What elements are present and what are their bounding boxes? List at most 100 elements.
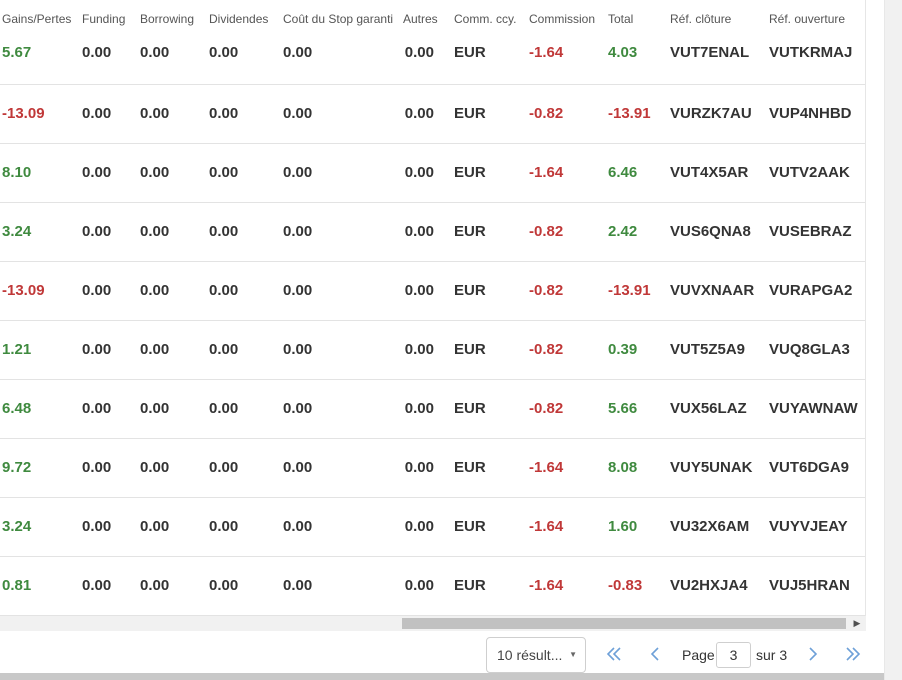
next-page-button[interactable]	[801, 644, 825, 668]
cell-total: 8.08	[606, 438, 668, 498]
col-header-ref-open[interactable]: Réf. ouverture	[767, 0, 865, 38]
col-header-gains[interactable]: Gains/Pertes	[0, 0, 80, 38]
cell-commission: -1.64	[527, 143, 606, 203]
cell-gains: -13.09	[0, 84, 80, 144]
page-number-input[interactable]	[716, 642, 751, 668]
col-header-total[interactable]: Total	[606, 0, 668, 38]
cell-others: 0.00	[403, 438, 452, 498]
cell-stop: 0.00	[281, 556, 403, 616]
table-row[interactable]: 3.24 0.00 0.00 0.00 0.00 0.00 EUR -1.64 1.60 VU32…	[0, 497, 865, 557]
cell-dividends: 0.00	[207, 143, 281, 203]
previous-page-button[interactable]	[643, 644, 667, 668]
table-row[interactable]: 5.67 0.00 0.00 0.00 0.00 0.00 EUR -1.64 4.03 VUT7…	[0, 38, 865, 85]
window-bottom-scrollbar[interactable]	[0, 673, 884, 680]
cell-funding: 0.00	[80, 143, 138, 203]
cell-ref-open: VUTV2AAK	[767, 143, 865, 203]
caret-down-icon: ▼	[569, 650, 577, 659]
cell-ref-close: VU2HXJA4	[668, 556, 767, 616]
trade-history-panel: Gains/Pertes Funding Borrowing Dividende…	[0, 0, 902, 680]
cell-others: 0.00	[403, 143, 452, 203]
cell-commission: -1.64	[527, 38, 606, 85]
col-header-comm-ccy[interactable]: Comm. ccy.	[452, 0, 527, 38]
cell-ref-close: VURZK7AU	[668, 84, 767, 144]
cell-others: 0.00	[403, 320, 452, 380]
cell-dividends: 0.00	[207, 320, 281, 380]
first-page-button[interactable]	[602, 644, 626, 668]
cell-commission: -0.82	[527, 202, 606, 262]
col-header-others[interactable]: Autres	[403, 0, 452, 38]
cell-borrowing: 0.00	[138, 84, 207, 144]
cell-dividends: 0.00	[207, 379, 281, 439]
table-row[interactable]: 9.72 0.00 0.00 0.00 0.00 0.00 EUR -1.64 8.08 VUY5…	[0, 438, 865, 498]
cell-dividends: 0.00	[207, 38, 281, 85]
cell-ref-open: VUQ8GLA3	[767, 320, 865, 380]
cell-ccy: EUR	[452, 320, 527, 380]
trades-table: Gains/Pertes Funding Borrowing Dividende…	[0, 0, 865, 616]
cell-dividends: 0.00	[207, 261, 281, 321]
table-row[interactable]: -13.09 0.00 0.00 0.00 0.00 0.00 EUR -0.82 -13.91…	[0, 261, 865, 321]
scroll-right-arrow-icon[interactable]: ▶	[850, 616, 864, 631]
cell-stop: 0.00	[281, 38, 403, 85]
table-row[interactable]: 1.21 0.00 0.00 0.00 0.00 0.00 EUR -0.82 0.39 VUT5…	[0, 320, 865, 380]
cell-others: 0.00	[403, 497, 452, 557]
cell-funding: 0.00	[80, 556, 138, 616]
cell-ref-open: VUSEBRAZ	[767, 202, 865, 262]
trades-table-viewport: Gains/Pertes Funding Borrowing Dividende…	[0, 0, 866, 616]
vertical-scrollbar-track[interactable]	[884, 0, 902, 680]
cell-gains: 9.72	[0, 438, 80, 498]
cell-ref-open: VUYVJEAY	[767, 497, 865, 557]
cell-commission: -0.82	[527, 261, 606, 321]
cell-funding: 0.00	[80, 261, 138, 321]
cell-gains: 3.24	[0, 497, 80, 557]
cell-dividends: 0.00	[207, 202, 281, 262]
cell-funding: 0.00	[80, 38, 138, 85]
cell-borrowing: 0.00	[138, 202, 207, 262]
cell-borrowing: 0.00	[138, 143, 207, 203]
table-header-row: Gains/Pertes Funding Borrowing Dividende…	[0, 0, 865, 38]
cell-ref-close: VU32X6AM	[668, 497, 767, 557]
cell-commission: -1.64	[527, 497, 606, 557]
col-header-ref-close[interactable]: Réf. clôture	[668, 0, 767, 38]
cell-stop: 0.00	[281, 379, 403, 439]
page-size-select[interactable]: 10 résult... ▼	[486, 637, 586, 673]
horizontal-scrollbar[interactable]: ▶	[0, 616, 866, 631]
last-page-button[interactable]	[841, 644, 865, 668]
col-header-commission[interactable]: Commission	[527, 0, 606, 38]
cell-funding: 0.00	[80, 84, 138, 144]
cell-total: 4.03	[606, 38, 668, 85]
col-header-funding[interactable]: Funding	[80, 0, 138, 38]
cell-funding: 0.00	[80, 379, 138, 439]
cell-ccy: EUR	[452, 497, 527, 557]
table-row[interactable]: 6.48 0.00 0.00 0.00 0.00 0.00 EUR -0.82 5.66 VUX5…	[0, 379, 865, 439]
cell-funding: 0.00	[80, 497, 138, 557]
cell-gains: 6.48	[0, 379, 80, 439]
cell-stop: 0.00	[281, 143, 403, 203]
table-row[interactable]: 0.81 0.00 0.00 0.00 0.00 0.00 EUR -1.64 -0.83 VU2…	[0, 556, 865, 616]
cell-ccy: EUR	[452, 556, 527, 616]
cell-total: 5.66	[606, 379, 668, 439]
table-row[interactable]: 3.24 0.00 0.00 0.00 0.00 0.00 EUR -0.82 2.42 VUS6…	[0, 202, 865, 262]
col-header-borrowing[interactable]: Borrowing	[138, 0, 207, 38]
horizontal-scrollbar-thumb[interactable]	[402, 618, 846, 629]
cell-commission: -1.64	[527, 556, 606, 616]
cell-gains: 0.81	[0, 556, 80, 616]
cell-dividends: 0.00	[207, 438, 281, 498]
cell-ccy: EUR	[452, 379, 527, 439]
cell-borrowing: 0.00	[138, 320, 207, 380]
table-row[interactable]: -13.09 0.00 0.00 0.00 0.00 0.00 EUR -0.82 -13.91…	[0, 84, 865, 144]
col-header-stop-cost[interactable]: Coût du Stop garanti	[281, 0, 403, 38]
cell-ref-open: VUT6DGA9	[767, 438, 865, 498]
page-total-label: sur 3	[756, 647, 788, 663]
cell-ref-close: VUVXNAAR	[668, 261, 767, 321]
cell-ref-close: VUX56LAZ	[668, 379, 767, 439]
cell-others: 0.00	[403, 202, 452, 262]
cell-gains: 3.24	[0, 202, 80, 262]
cell-others: 0.00	[403, 379, 452, 439]
cell-total: -13.91	[606, 261, 668, 321]
cell-gains: 8.10	[0, 143, 80, 203]
table-row[interactable]: 8.10 0.00 0.00 0.00 0.00 0.00 EUR -1.64 6.46 VUT4…	[0, 143, 865, 203]
cell-stop: 0.00	[281, 202, 403, 262]
cell-borrowing: 0.00	[138, 379, 207, 439]
col-header-dividends[interactable]: Dividendes	[207, 0, 281, 38]
cell-others: 0.00	[403, 556, 452, 616]
